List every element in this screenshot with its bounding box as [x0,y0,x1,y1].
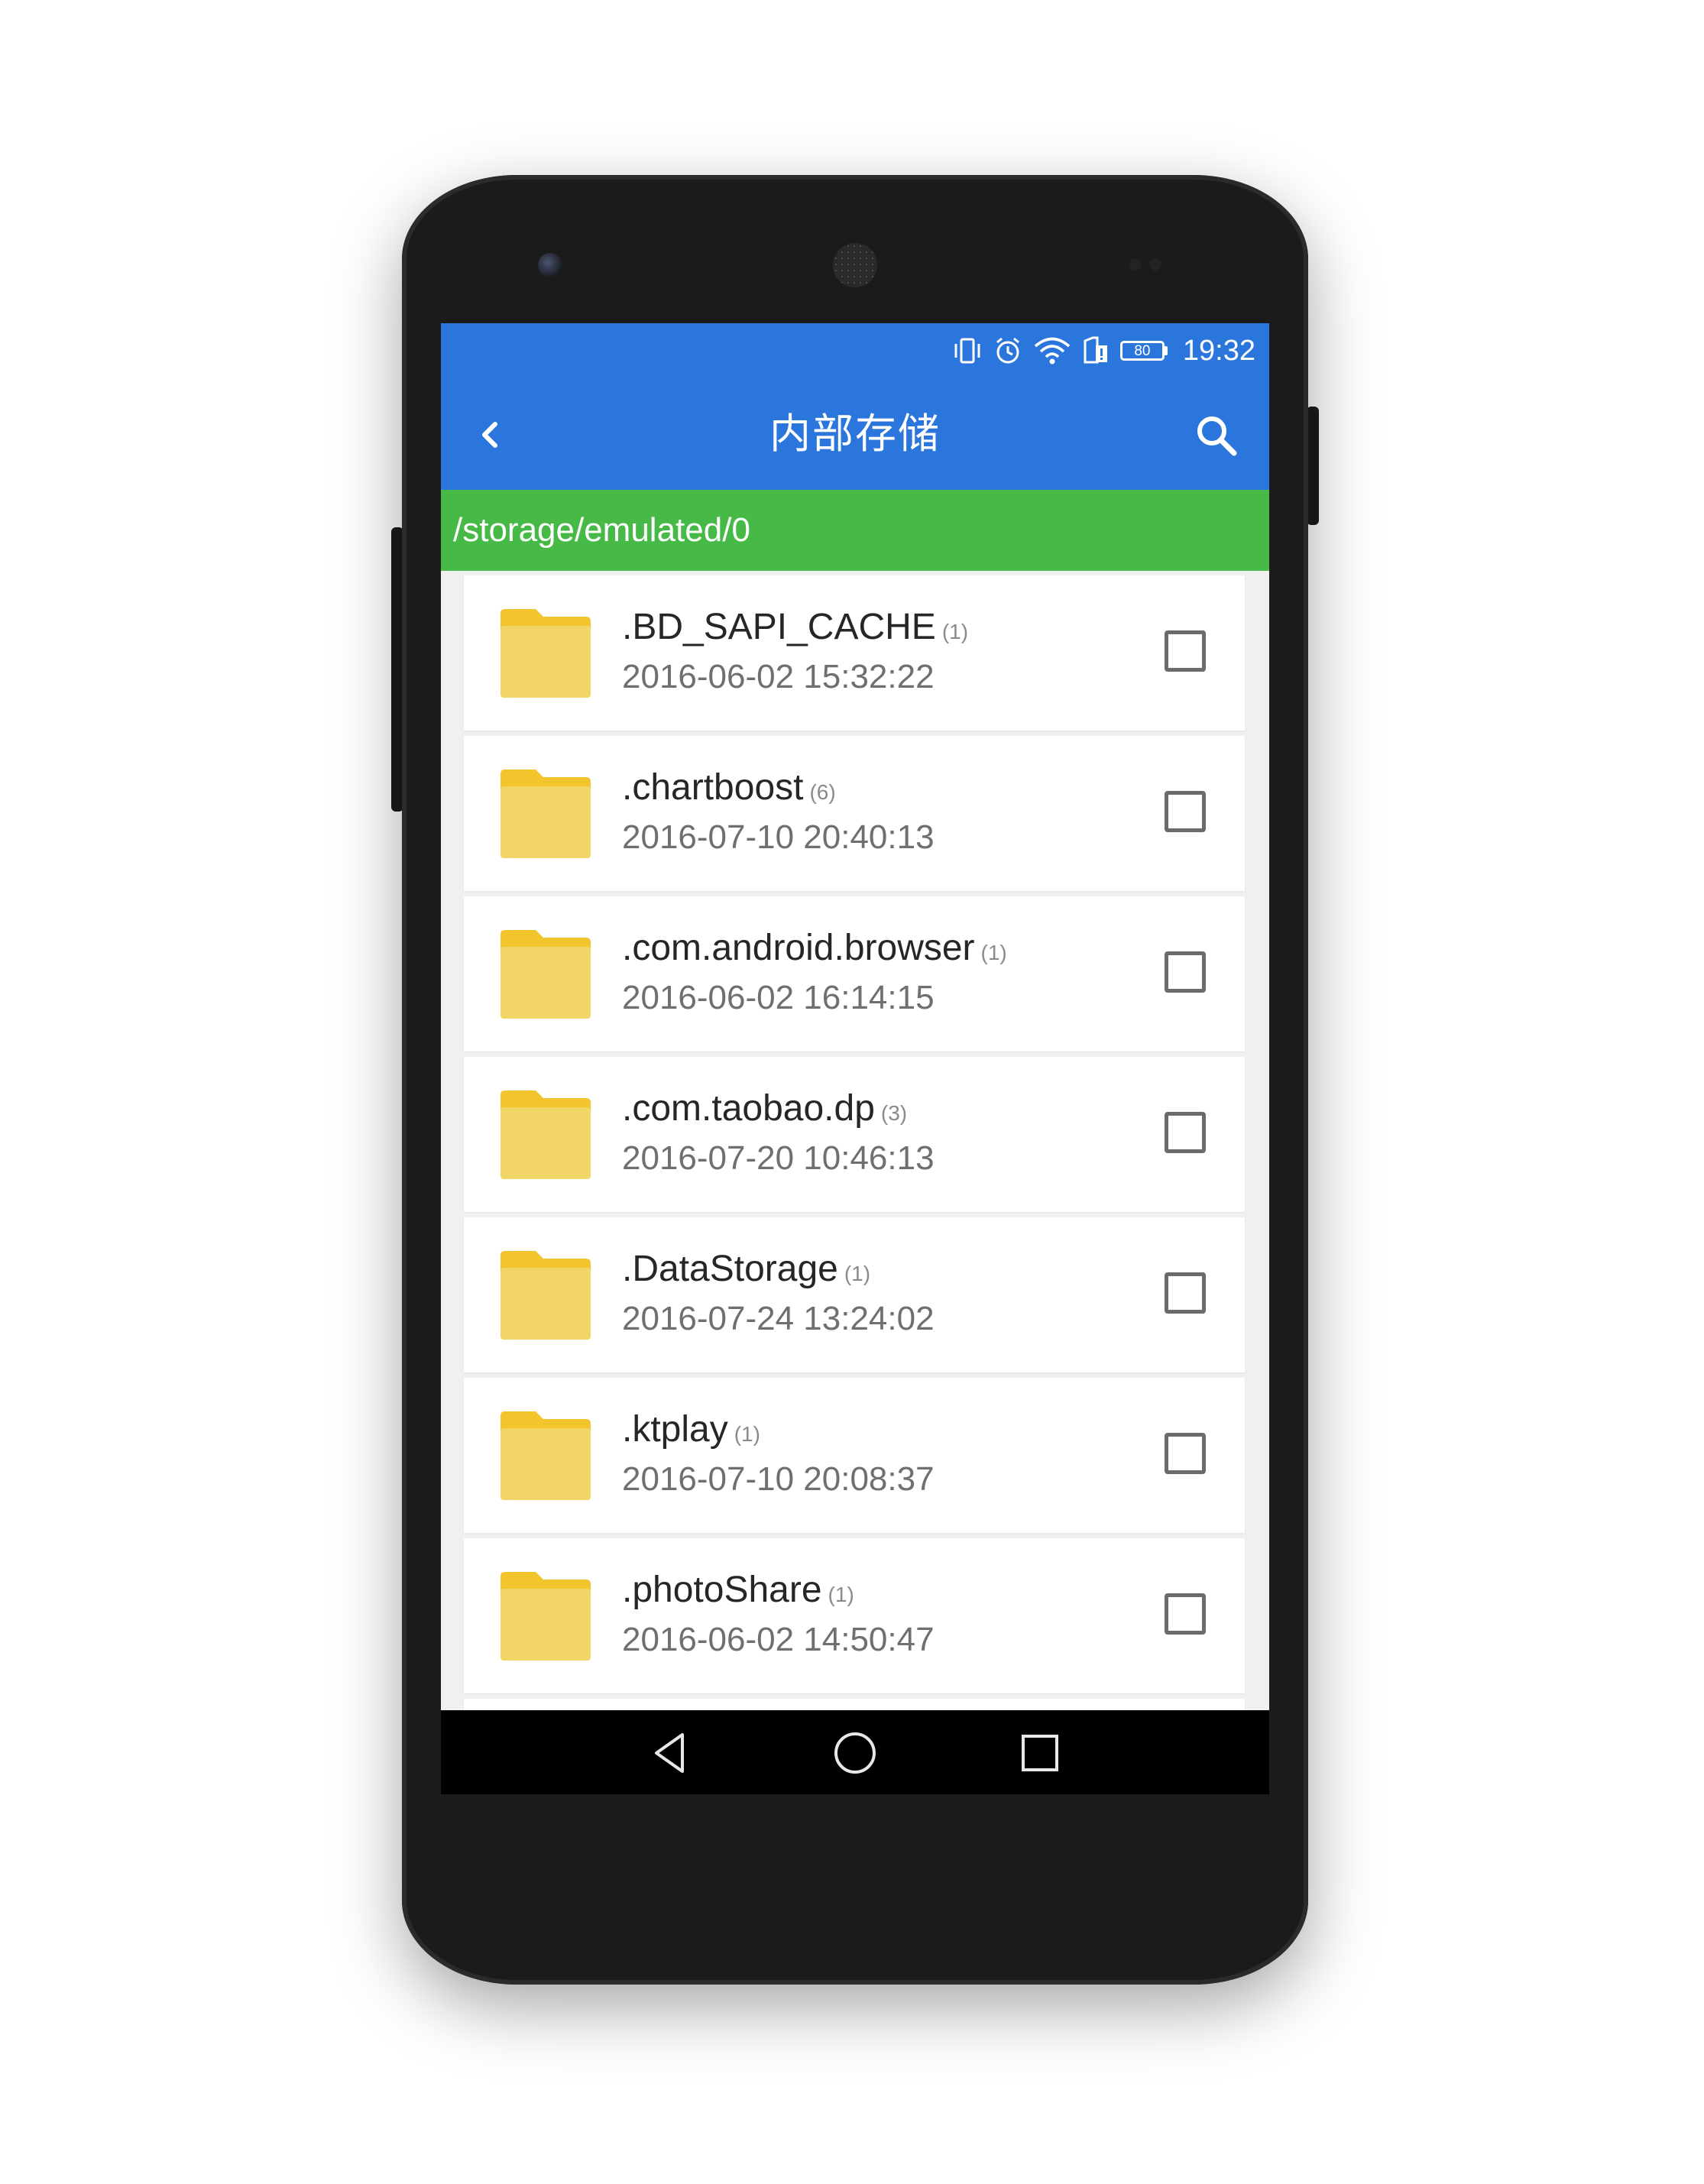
file-date: 2016-07-10 20:08:37 [622,1460,935,1498]
select-checkbox[interactable] [1165,630,1206,672]
page-title: 内部存储 [769,411,941,457]
folder-icon [501,930,591,1019]
navigation-bar [441,1710,1269,1794]
nav-home-icon[interactable] [832,1730,878,1776]
select-checkbox[interactable] [1165,791,1206,832]
file-name: .photoShare [622,1570,822,1610]
list-item[interactable]: .BD_SAPI_CACHE (1) 2016-06-02 15:32:22 [464,575,1245,731]
status-bar: 80 19:32 [441,323,1269,378]
front-camera [538,253,562,277]
battery-level: 80 [1119,341,1165,361]
earpiece-speaker [833,243,877,287]
file-date: 2016-07-20 10:46:13 [622,1139,935,1177]
file-name: .com.taobao.dp [622,1088,875,1129]
alarm-icon [996,337,1019,364]
list-item[interactable]: .DataStorage (1) 2016-07-24 13:24:02 [464,1217,1245,1372]
folder-icon [501,1572,591,1661]
item-count: (1) [941,620,969,643]
item-count: (1) [844,1262,871,1285]
nav-recents-icon[interactable] [1017,1730,1063,1776]
file-date: 2016-07-24 13:24:02 [622,1300,935,1337]
list-item[interactable]: .com.taobao.dp (3) 2016-07-20 10:46:13 [464,1057,1245,1212]
item-count: (1) [828,1583,854,1606]
select-checkbox[interactable] [1165,1433,1206,1474]
status-time: 19:32 [1182,334,1255,367]
item-count: (1) [734,1422,760,1446]
folder-icon [501,1090,591,1179]
file-list: .BD_SAPI_CACHE (1) 2016-06-02 15:32:22 .c… [441,571,1269,1710]
list-item-partial[interactable] [464,1699,1245,1710]
app-bar: 内部存储 [441,378,1269,490]
vibrate-icon [954,338,980,364]
file-date: 2016-06-02 16:14:15 [622,979,935,1016]
select-checkbox[interactable] [1165,1593,1206,1635]
light-sensor [1149,258,1161,271]
select-checkbox[interactable] [1165,1272,1206,1314]
proximity-sensor [1129,258,1142,271]
file-name: .ktplay [622,1409,728,1450]
path-breadcrumb[interactable]: /storage/emulated/0 [441,490,1269,571]
list-item[interactable]: .com.android.browser (1) 2016-06-02 16:14… [464,896,1245,1051]
select-checkbox[interactable] [1165,951,1206,993]
folder-icon [501,1251,591,1340]
screen: 80 19:32 内部存储 /storage/emulated/0 .BD_SA… [441,323,1269,1794]
file-name: .DataStorage [622,1249,838,1289]
list-item[interactable]: .ktplay (1) 2016-07-10 20:08:37 [464,1378,1245,1533]
file-date: 2016-06-02 14:50:47 [622,1621,935,1658]
list-item[interactable]: .chartboost (6) 2016-07-10 20:40:13 [464,736,1245,891]
item-count: (3) [880,1101,908,1125]
nav-back-icon[interactable] [647,1730,693,1776]
search-icon[interactable] [1194,413,1239,459]
file-date: 2016-06-02 15:32:22 [622,658,935,695]
folder-icon [501,609,591,698]
file-name: .BD_SAPI_CACHE [622,607,936,647]
battery-icon: 80 [1119,341,1168,361]
list-item[interactable]: .photoShare (1) 2016-06-02 14:50:47 [464,1538,1245,1693]
file-name: .chartboost [622,767,804,808]
folder-icon [501,1411,591,1500]
power-button [1307,407,1319,525]
item-count: (6) [809,780,836,804]
wifi-icon [1034,337,1071,365]
item-count: (1) [980,941,1007,964]
folder-icon [501,770,591,858]
select-checkbox[interactable] [1165,1112,1206,1153]
file-date: 2016-07-10 20:40:13 [622,818,935,856]
sim-icon [1084,336,1107,364]
file-name: .com.android.browser [622,928,975,968]
